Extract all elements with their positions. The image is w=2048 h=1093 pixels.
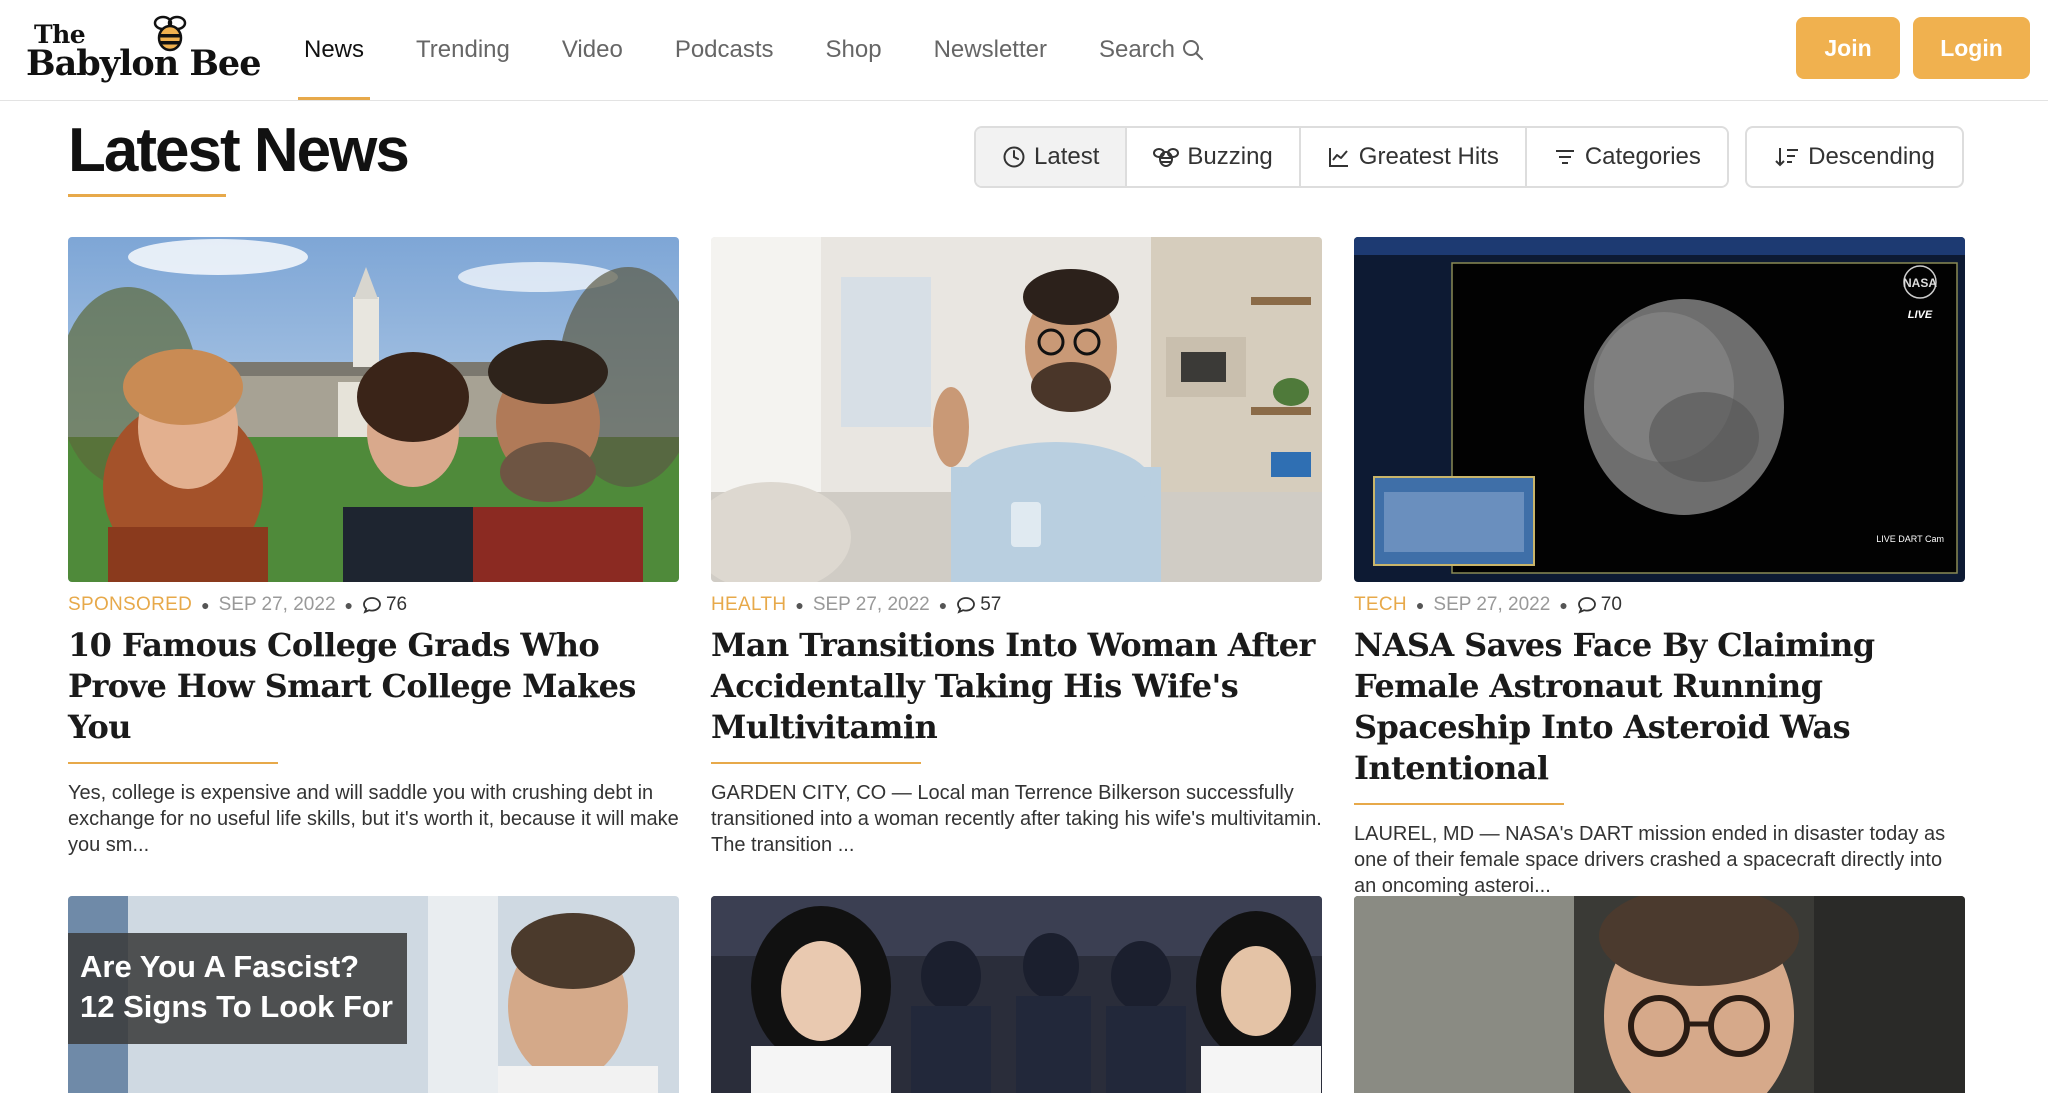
article-meta: TECH ● SEP 27, 2022 ● 70 — [1354, 594, 1965, 616]
nasa-live-text: LIVE — [1908, 309, 1933, 321]
nav-item-newsletter[interactable]: Newsletter — [934, 0, 1047, 100]
nav-label: Trending — [416, 36, 510, 63]
sort-descending-icon — [1775, 148, 1799, 167]
article-excerpt: GARDEN CITY, CO — Local man Terrence Bil… — [711, 782, 1322, 856]
article-meta: HEALTH ● SEP 27, 2022 ● 57 — [711, 594, 1322, 616]
article-image[interactable]: NASA LIVE LIVE DART Cam — [1354, 237, 1965, 582]
comment-count: 70 — [1600, 594, 1622, 615]
nuns-swat-image — [711, 896, 1322, 1093]
article-image[interactable] — [1354, 896, 1965, 1093]
comment-count: 76 — [385, 594, 408, 615]
meta-separator: ● — [344, 597, 353, 613]
article-card[interactable]: NASA LIVE LIVE DART Cam TECH ● SEP 27, 2… — [1354, 237, 1965, 899]
article-image[interactable] — [711, 896, 1322, 1093]
join-button[interactable]: Join — [1796, 17, 1900, 79]
meta-separator: ● — [938, 597, 948, 613]
overlay-line1: Are You A Fascist? — [80, 949, 360, 984]
comment-count: 57 — [980, 594, 1002, 615]
headline-rule — [1354, 803, 1564, 805]
nav-item-trending[interactable]: Trending — [416, 0, 510, 100]
tab-greatest-hits[interactable]: Greatest Hits — [1300, 128, 1527, 186]
article-meta: SPONSORED ● SEP 27, 2022 ● 76 — [68, 594, 679, 616]
tab-label: Greatest Hits — [1358, 143, 1499, 170]
overlay-line2: 12 Signs To Look For — [80, 989, 393, 1024]
main-nav: News Trending Video Podcasts Shop Newsle… — [278, 0, 1231, 100]
nav-label: Video — [561, 36, 623, 63]
article-card[interactable]: Are You A Fascist? 12 Signs To Look For — [68, 896, 679, 1093]
nasa-logo-text: NASA — [1903, 276, 1937, 290]
nav-item-shop[interactable]: Shop — [826, 0, 882, 100]
login-button[interactable]: Login — [1913, 17, 2030, 79]
article-excerpt: LAUREL, MD — NASA's DART mission ended i… — [1354, 823, 1946, 897]
article-excerpt: Yes, college is expensive and will saddl… — [68, 782, 679, 856]
article-image[interactable] — [68, 237, 679, 582]
article-date: SEP 27, 2022 — [812, 594, 930, 615]
article-comments[interactable]: 57 — [956, 594, 1001, 616]
headline-rule — [68, 762, 278, 764]
comment-icon — [957, 597, 976, 614]
article-category[interactable]: SPONSORED — [68, 594, 192, 616]
title-underline — [68, 194, 226, 197]
nav-label: News — [304, 36, 365, 63]
sort-descending-button[interactable]: Descending — [1745, 126, 1964, 188]
headline-rule — [711, 762, 921, 764]
nav-label: Shop — [825, 36, 882, 63]
tab-latest[interactable]: Latest — [976, 128, 1128, 186]
article-card[interactable]: SPONSORED ● SEP 27, 2022 ● 76 10 Famous … — [68, 237, 679, 858]
nav-item-podcasts[interactable]: Podcasts — [675, 0, 774, 100]
comment-icon — [1577, 597, 1596, 614]
article-card[interactable]: HEALTH ● SEP 27, 2022 ● 57 Man Transitio… — [711, 237, 1322, 858]
tab-label: Latest — [1034, 143, 1100, 170]
article-card[interactable] — [711, 896, 1322, 1093]
article-image[interactable]: Are You A Fascist? 12 Signs To Look For — [68, 896, 679, 1093]
tab-categories[interactable]: Categories — [1526, 128, 1727, 186]
article-card[interactable] — [1354, 896, 1965, 1093]
nav-label: Newsletter — [933, 36, 1047, 63]
image-overlay-label: Are You A Fascist? 12 Signs To Look For — [68, 933, 407, 1044]
meta-separator: ● — [795, 597, 804, 613]
nav-item-video[interactable]: Video — [562, 0, 623, 100]
nav-item-search[interactable]: Search — [1099, 0, 1205, 100]
nav-item-news[interactable]: News — [297, 0, 371, 100]
article-comments[interactable]: 70 — [1577, 594, 1622, 616]
meta-separator: ● — [1559, 597, 1568, 613]
nav-label: Podcasts — [674, 36, 774, 63]
meta-separator: ● — [1415, 597, 1425, 613]
multivitamin-image — [711, 237, 1322, 582]
nasa-cam-text: LIVE DART Cam — [1876, 534, 1944, 544]
site-logo[interactable]: The Babylon Bee — [26, 14, 261, 84]
man-glasses-image — [1354, 896, 1965, 1093]
article-headline[interactable]: NASA Saves Face By Claiming Female Astro… — [1354, 625, 1965, 789]
article-date: SEP 27, 2022 — [1433, 594, 1551, 615]
college-grads-image — [68, 237, 679, 582]
sort-label: Descending — [1808, 143, 1935, 170]
nav-label: Search — [1098, 36, 1176, 63]
article-category[interactable]: HEALTH — [711, 594, 786, 616]
article-date: SEP 27, 2022 — [218, 594, 336, 615]
filter-tabs: Latest Buzzing Greatest Hits Categories — [974, 126, 1729, 188]
bee-icon — [1153, 148, 1180, 167]
article-comments[interactable]: 76 — [362, 594, 407, 616]
nasa-dart-image: NASA LIVE LIVE DART Cam — [1354, 237, 1965, 582]
logo-line2: Babylon Bee — [26, 43, 261, 84]
comment-icon — [363, 597, 381, 614]
article-headline[interactable]: 10 Famous College Grads Who Prove How Sm… — [68, 625, 679, 748]
search-icon — [1183, 40, 1204, 61]
tab-buzzing[interactable]: Buzzing — [1127, 128, 1301, 186]
tab-label: Categories — [1584, 143, 1701, 170]
article-headline[interactable]: Man Transitions Into Woman After Acciden… — [711, 625, 1322, 748]
site-header: The Babylon Bee News Trending Video Podc… — [0, 0, 2048, 101]
tab-label: Buzzing — [1187, 143, 1273, 170]
filter-icon — [1555, 150, 1574, 164]
meta-separator: ● — [201, 597, 210, 613]
page-title: Latest News — [68, 116, 410, 185]
chart-icon — [1328, 148, 1348, 167]
clock-icon — [1003, 146, 1025, 168]
article-image[interactable] — [711, 237, 1322, 582]
article-category[interactable]: TECH — [1354, 594, 1407, 616]
